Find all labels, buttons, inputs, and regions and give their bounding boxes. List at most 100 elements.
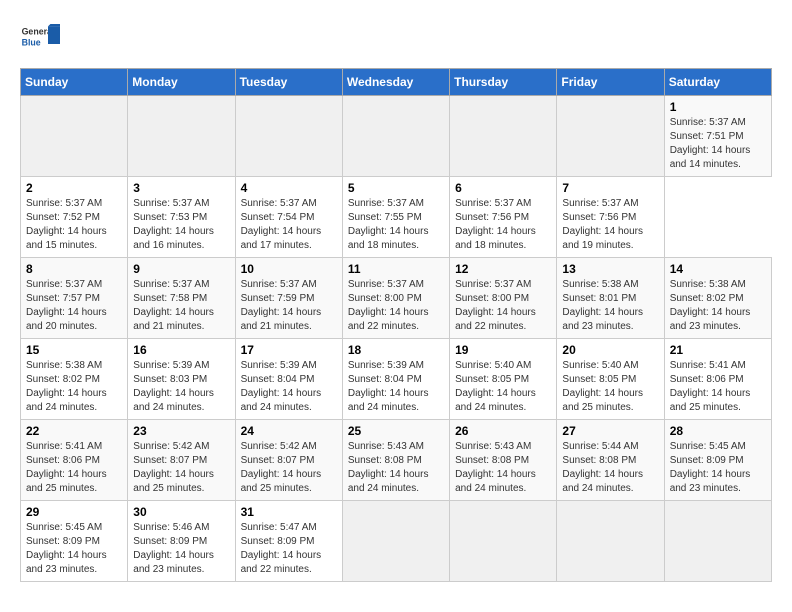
sunset-label: Sunset: 8:01 PM <box>562 293 636 304</box>
day-number: 27 <box>562 424 658 438</box>
day-info: Sunrise: 5:37 AM Sunset: 7:59 PM Dayligh… <box>241 278 337 334</box>
calendar-header-friday: Friday <box>557 69 664 96</box>
day-info: Sunrise: 5:39 AM Sunset: 8:04 PM Dayligh… <box>241 359 337 415</box>
calendar-header-thursday: Thursday <box>450 69 557 96</box>
daylight-label: Daylight: 14 hours and 24 minutes. <box>241 388 322 413</box>
calendar-cell: 15 Sunrise: 5:38 AM Sunset: 8:02 PM Dayl… <box>21 339 128 420</box>
logo-icon: General Blue <box>20 20 60 60</box>
day-number: 21 <box>670 343 766 357</box>
calendar-cell <box>21 96 128 177</box>
calendar-cell: 16 Sunrise: 5:39 AM Sunset: 8:03 PM Dayl… <box>128 339 235 420</box>
day-info: Sunrise: 5:37 AM Sunset: 7:57 PM Dayligh… <box>26 278 122 334</box>
sunset-label: Sunset: 8:05 PM <box>562 374 636 385</box>
sunset-label: Sunset: 8:09 PM <box>670 455 744 466</box>
daylight-label: Daylight: 14 hours and 24 minutes. <box>348 469 429 494</box>
sunrise-label: Sunrise: 5:37 AM <box>670 117 746 128</box>
sunrise-label: Sunrise: 5:37 AM <box>455 198 531 209</box>
day-number: 10 <box>241 262 337 276</box>
daylight-label: Daylight: 14 hours and 24 minutes. <box>455 469 536 494</box>
day-info: Sunrise: 5:39 AM Sunset: 8:03 PM Dayligh… <box>133 359 229 415</box>
day-info: Sunrise: 5:37 AM Sunset: 7:52 PM Dayligh… <box>26 197 122 253</box>
daylight-label: Daylight: 14 hours and 25 minutes. <box>241 469 322 494</box>
daylight-label: Daylight: 14 hours and 21 minutes. <box>241 307 322 332</box>
calendar-cell: 18 Sunrise: 5:39 AM Sunset: 8:04 PM Dayl… <box>342 339 449 420</box>
daylight-label: Daylight: 14 hours and 22 minutes. <box>455 307 536 332</box>
day-number: 19 <box>455 343 551 357</box>
sunrise-label: Sunrise: 5:37 AM <box>133 279 209 290</box>
sunset-label: Sunset: 8:04 PM <box>348 374 422 385</box>
day-number: 26 <box>455 424 551 438</box>
calendar-cell <box>235 96 342 177</box>
sunset-label: Sunset: 8:06 PM <box>26 455 100 466</box>
day-info: Sunrise: 5:38 AM Sunset: 8:02 PM Dayligh… <box>26 359 122 415</box>
daylight-label: Daylight: 14 hours and 25 minutes. <box>670 388 751 413</box>
day-number: 16 <box>133 343 229 357</box>
day-number: 5 <box>348 181 444 195</box>
sunset-label: Sunset: 7:57 PM <box>26 293 100 304</box>
daylight-label: Daylight: 14 hours and 22 minutes. <box>241 550 322 575</box>
daylight-label: Daylight: 14 hours and 25 minutes. <box>133 469 214 494</box>
sunset-label: Sunset: 8:00 PM <box>455 293 529 304</box>
calendar-cell <box>342 501 449 582</box>
daylight-label: Daylight: 14 hours and 14 minutes. <box>670 145 751 170</box>
daylight-label: Daylight: 14 hours and 25 minutes. <box>562 388 643 413</box>
sunset-label: Sunset: 7:59 PM <box>241 293 315 304</box>
calendar-week-row: 2 Sunrise: 5:37 AM Sunset: 7:52 PM Dayli… <box>21 177 772 258</box>
daylight-label: Daylight: 14 hours and 17 minutes. <box>241 226 322 251</box>
day-number: 1 <box>670 100 766 114</box>
sunrise-label: Sunrise: 5:37 AM <box>562 198 638 209</box>
sunset-label: Sunset: 7:52 PM <box>26 212 100 223</box>
calendar-week-row: 29 Sunrise: 5:45 AM Sunset: 8:09 PM Dayl… <box>21 501 772 582</box>
sunset-label: Sunset: 8:04 PM <box>241 374 315 385</box>
day-number: 18 <box>348 343 444 357</box>
sunrise-label: Sunrise: 5:37 AM <box>26 279 102 290</box>
sunrise-label: Sunrise: 5:43 AM <box>348 441 424 452</box>
calendar-header-saturday: Saturday <box>664 69 771 96</box>
day-info: Sunrise: 5:41 AM Sunset: 8:06 PM Dayligh… <box>670 359 766 415</box>
calendar-cell: 17 Sunrise: 5:39 AM Sunset: 8:04 PM Dayl… <box>235 339 342 420</box>
day-number: 2 <box>26 181 122 195</box>
sunrise-label: Sunrise: 5:45 AM <box>670 441 746 452</box>
day-info: Sunrise: 5:42 AM Sunset: 8:07 PM Dayligh… <box>133 440 229 496</box>
sunrise-label: Sunrise: 5:37 AM <box>455 279 531 290</box>
daylight-label: Daylight: 14 hours and 15 minutes. <box>26 226 107 251</box>
day-number: 3 <box>133 181 229 195</box>
day-number: 9 <box>133 262 229 276</box>
calendar-cell <box>342 96 449 177</box>
calendar-cell <box>450 96 557 177</box>
sunrise-label: Sunrise: 5:42 AM <box>241 441 317 452</box>
sunset-label: Sunset: 8:02 PM <box>670 293 744 304</box>
sunrise-label: Sunrise: 5:37 AM <box>241 279 317 290</box>
daylight-label: Daylight: 14 hours and 22 minutes. <box>348 307 429 332</box>
calendar-cell: 30 Sunrise: 5:46 AM Sunset: 8:09 PM Dayl… <box>128 501 235 582</box>
sunset-label: Sunset: 8:02 PM <box>26 374 100 385</box>
day-info: Sunrise: 5:43 AM Sunset: 8:08 PM Dayligh… <box>348 440 444 496</box>
calendar-cell <box>128 96 235 177</box>
sunset-label: Sunset: 7:55 PM <box>348 212 422 223</box>
sunrise-label: Sunrise: 5:41 AM <box>670 360 746 371</box>
day-info: Sunrise: 5:44 AM Sunset: 8:08 PM Dayligh… <box>562 440 658 496</box>
daylight-label: Daylight: 14 hours and 23 minutes. <box>133 550 214 575</box>
day-info: Sunrise: 5:37 AM Sunset: 7:58 PM Dayligh… <box>133 278 229 334</box>
calendar-header-row: SundayMondayTuesdayWednesdayThursdayFrid… <box>21 69 772 96</box>
calendar-cell: 28 Sunrise: 5:45 AM Sunset: 8:09 PM Dayl… <box>664 420 771 501</box>
calendar-header-monday: Monday <box>128 69 235 96</box>
day-info: Sunrise: 5:37 AM Sunset: 7:53 PM Dayligh… <box>133 197 229 253</box>
daylight-label: Daylight: 14 hours and 24 minutes. <box>348 388 429 413</box>
sunset-label: Sunset: 7:53 PM <box>133 212 207 223</box>
calendar-week-row: 22 Sunrise: 5:41 AM Sunset: 8:06 PM Dayl… <box>21 420 772 501</box>
daylight-label: Daylight: 14 hours and 24 minutes. <box>455 388 536 413</box>
calendar-cell: 12 Sunrise: 5:37 AM Sunset: 8:00 PM Dayl… <box>450 258 557 339</box>
sunset-label: Sunset: 8:09 PM <box>26 536 100 547</box>
daylight-label: Daylight: 14 hours and 20 minutes. <box>26 307 107 332</box>
day-info: Sunrise: 5:38 AM Sunset: 8:02 PM Dayligh… <box>670 278 766 334</box>
day-number: 22 <box>26 424 122 438</box>
daylight-label: Daylight: 14 hours and 23 minutes. <box>26 550 107 575</box>
sunset-label: Sunset: 8:08 PM <box>455 455 529 466</box>
calendar-cell: 3 Sunrise: 5:37 AM Sunset: 7:53 PM Dayli… <box>128 177 235 258</box>
calendar-week-row: 1 Sunrise: 5:37 AM Sunset: 7:51 PM Dayli… <box>21 96 772 177</box>
sunrise-label: Sunrise: 5:37 AM <box>26 198 102 209</box>
day-number: 15 <box>26 343 122 357</box>
logo: General Blue <box>20 20 64 60</box>
day-number: 17 <box>241 343 337 357</box>
